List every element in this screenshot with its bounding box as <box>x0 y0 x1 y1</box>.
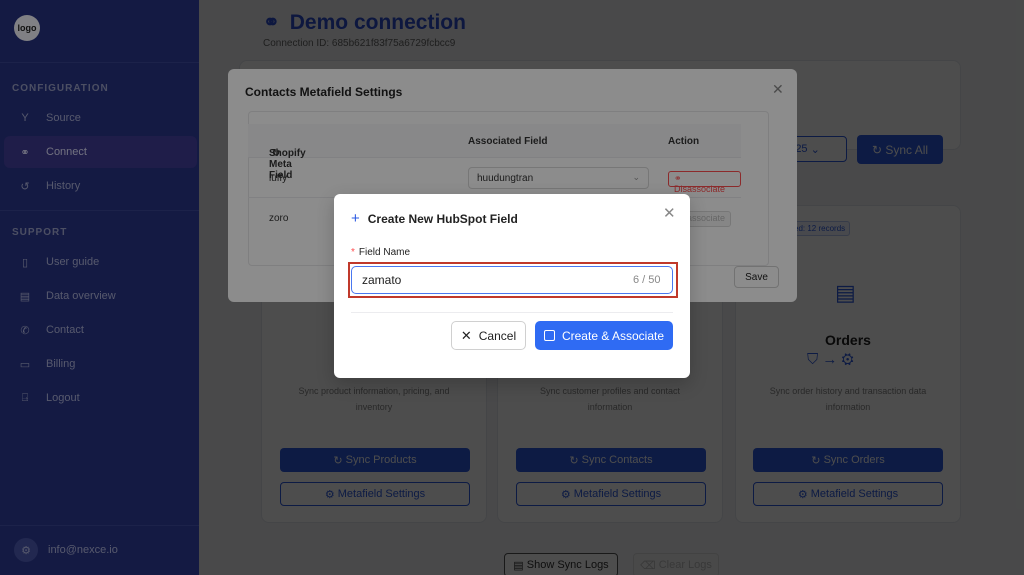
field-name-label: * Field Name <box>351 247 410 258</box>
dialog-title-text: Create New HubSpot Field <box>367 211 518 226</box>
close-icon: ✕ <box>460 327 472 343</box>
plus-icon: + <box>351 210 360 227</box>
field-name-input[interactable] <box>351 266 673 294</box>
field-name-label-text: Field Name <box>358 247 411 258</box>
dialog-divider <box>351 312 673 313</box>
dialog-title: + Create New HubSpot Field <box>351 210 518 227</box>
save-icon <box>543 330 555 341</box>
create-label: Create & Associate <box>561 328 665 343</box>
close-icon[interactable]: ✕ <box>663 204 676 222</box>
cancel-button[interactable]: ✕ Cancel <box>451 321 526 350</box>
char-counter: 6 / 50 <box>633 274 661 286</box>
cancel-label: Cancel <box>478 328 517 343</box>
create-field-dialog: + Create New HubSpot Field ✕ * Field Name… <box>334 194 690 378</box>
create-associate-button[interactable]: Create & Associate <box>535 321 673 350</box>
required-marker: * <box>351 247 355 258</box>
